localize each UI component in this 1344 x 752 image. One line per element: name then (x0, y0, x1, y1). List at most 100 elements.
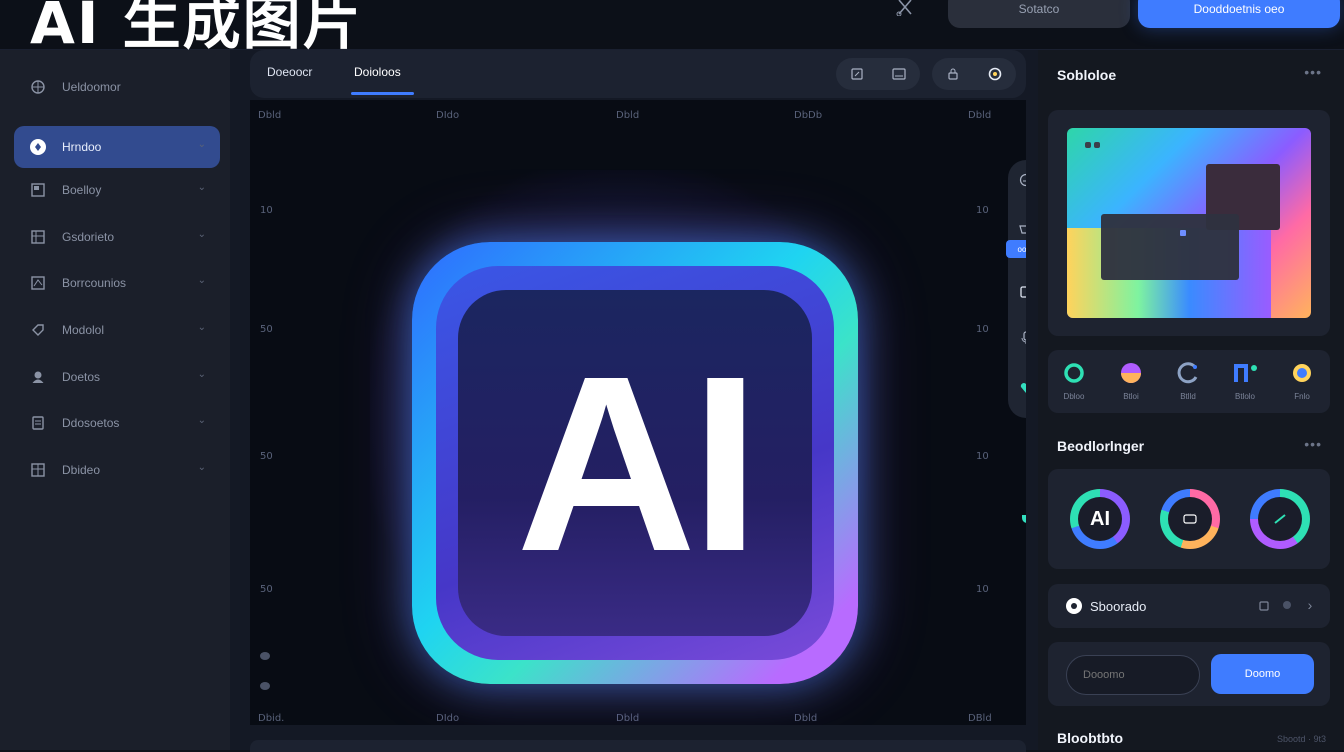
sidebar-item-label: Dbideo (62, 463, 101, 477)
sidebar-item-7[interactable]: Ddosoetos ⌄ (14, 402, 220, 444)
right-panel: Sobloloe ••• Dbloo Btloi Btlld Btlolo Fn… (1038, 50, 1344, 750)
blocks-icon (1234, 362, 1257, 384)
tool-selected[interactable]: oo (1006, 240, 1026, 258)
chevron-down-icon: ⌄ (197, 462, 206, 473)
axis-tick-top: Dbld (258, 110, 282, 121)
sidebar: Ueldoomor Hrndoo ⌄ Boelloy ⌄ Gsdorieto ⌄… (0, 50, 230, 750)
chevron-down-icon: ⌄ (197, 139, 206, 150)
axis-tick-bottom: DBld (968, 713, 992, 724)
preview-marker (1180, 230, 1186, 236)
ring-center (1168, 497, 1212, 541)
microphone-icon[interactable] (1008, 326, 1026, 350)
axis-tick-left: 50 (260, 584, 273, 595)
edit-icon[interactable] (850, 67, 864, 81)
header: AI 生成图片 Sotatco Dooddoetnis oeo (0, 0, 1344, 57)
sidebar-item-4[interactable]: Borrcounios ⌄ (14, 262, 220, 304)
sidebar-item-5[interactable]: Modolol ⌄ (14, 309, 220, 351)
submit-button[interactable]: Doomo (1211, 654, 1314, 694)
axis-tick-right: 10 (976, 205, 989, 216)
option-row[interactable]: Sboorado › (1048, 584, 1330, 628)
tool-strip: Dbloo Btloi Btlld Btlolo Fnlo (1048, 350, 1330, 413)
axis-tick-right: 10 (976, 451, 989, 462)
tool-1[interactable]: Btloi (1111, 362, 1151, 401)
image-icon[interactable] (892, 67, 906, 81)
rings-card: AI (1048, 469, 1330, 569)
axis-tick-top: DIdo (436, 110, 460, 121)
tag-icon (30, 322, 46, 338)
sidebar-item-1[interactable]: Hrndoo ⌄ (14, 126, 220, 168)
sidebar-item-label: Doetos (62, 370, 101, 384)
sun-icon (1291, 362, 1313, 384)
section-title-1: Sobloloe (1057, 67, 1117, 83)
ring-center (1258, 497, 1302, 541)
chevron-right-icon[interactable]: › (1304, 597, 1316, 613)
tool-0[interactable]: Dbloo (1054, 362, 1094, 401)
axis-tick-right: 10 (976, 324, 989, 335)
chevron-down-icon: ⌄ (197, 182, 206, 193)
heart-icon[interactable] (1008, 376, 1026, 400)
sidebar-item-label: Ddosoetos (62, 416, 120, 430)
sidebar-item-2[interactable]: Boelloy ⌄ (14, 169, 220, 211)
section-title-2: Beodlorlnger (1057, 438, 1145, 454)
sidebar-item-6[interactable]: Doetos ⌄ (14, 356, 220, 398)
basket-icon[interactable] (1008, 216, 1026, 240)
copy-icon[interactable] (1258, 600, 1270, 612)
sidebar-item-label: Borrcounios (62, 276, 127, 290)
more-icon[interactable]: ••• (1304, 64, 1322, 80)
radio-icon[interactable] (1066, 598, 1082, 614)
sidebar-item-label: Gsdorieto (62, 230, 115, 244)
section-title-3: Bloobtbto (1057, 730, 1124, 746)
primary-button[interactable]: Dooddoetnis oeo (1138, 0, 1340, 28)
axis-tick-left: 10 (260, 205, 273, 216)
marker-dot (260, 652, 270, 660)
preview-image[interactable] (1067, 128, 1311, 318)
circle-icon[interactable] (1281, 600, 1293, 612)
tab-0[interactable]: Doeoocr (267, 65, 312, 79)
chevron-down-icon: ⌄ (197, 415, 206, 426)
axis-tick-left: 50 (260, 324, 273, 335)
square-icon[interactable] (1008, 280, 1026, 304)
tab-1[interactable]: Doioloos (354, 65, 401, 79)
toolbar-group-2 (932, 58, 1016, 90)
settings-icon[interactable] (988, 67, 1002, 81)
preview-card (1048, 110, 1330, 336)
tool-4[interactable]: Fnlo (1282, 362, 1322, 401)
input-card: Doomo (1048, 642, 1330, 706)
sidebar-item-8[interactable]: Dbideo ⌄ (14, 449, 220, 491)
scissors-icon[interactable] (893, 0, 917, 17)
sidebar-item-0[interactable]: Ueldoomor (14, 66, 220, 108)
globe-icon (30, 79, 46, 95)
axis-tick-bottom: Dbid. (258, 713, 285, 724)
gradient-ring[interactable] (1250, 489, 1310, 549)
axis-tick-top: Dbld (616, 110, 640, 121)
axis-tick-left: 50 (260, 451, 273, 462)
sidebar-item-3[interactable]: Gsdorieto ⌄ (14, 216, 220, 258)
lock-icon[interactable] (946, 67, 960, 81)
sidebar-item-label: Modolol (62, 323, 105, 337)
ai-ring[interactable]: AI (1070, 489, 1130, 549)
ring-icon (1063, 362, 1085, 384)
grid-icon (30, 229, 46, 245)
prompt-input[interactable] (1066, 655, 1200, 695)
sidebar-item-label: Boelloy (62, 183, 102, 197)
secondary-button[interactable]: Sotatco (948, 0, 1130, 28)
axis-tick-top: Dbld (968, 110, 992, 121)
canvas[interactable]: Dbld DIdo Dbld DbDb Dbld 10 50 50 50 10 … (250, 100, 1026, 725)
ai-logo-text: AI (516, 323, 760, 603)
window-dots-icon (1085, 142, 1101, 148)
layers-icon (30, 182, 46, 198)
tool-2[interactable]: Btlld (1168, 362, 1208, 401)
brush-icon[interactable] (1008, 168, 1026, 192)
option-label: Sboorado (1090, 598, 1147, 614)
toolbar-group-1 (836, 58, 920, 90)
axis-tick-bottom: DIdo (436, 713, 460, 724)
preview-block (1101, 214, 1239, 280)
status-dot (1022, 515, 1026, 523)
tool-3[interactable]: Btlolo (1225, 362, 1265, 401)
color-ring[interactable] (1160, 489, 1220, 549)
chevron-down-icon: ⌄ (197, 322, 206, 333)
sidebar-item-label: Hrndoo (62, 140, 102, 154)
arc-icon (1177, 362, 1199, 384)
more-icon[interactable]: ••• (1304, 436, 1322, 452)
ai-ring-label: AI (1078, 497, 1122, 541)
